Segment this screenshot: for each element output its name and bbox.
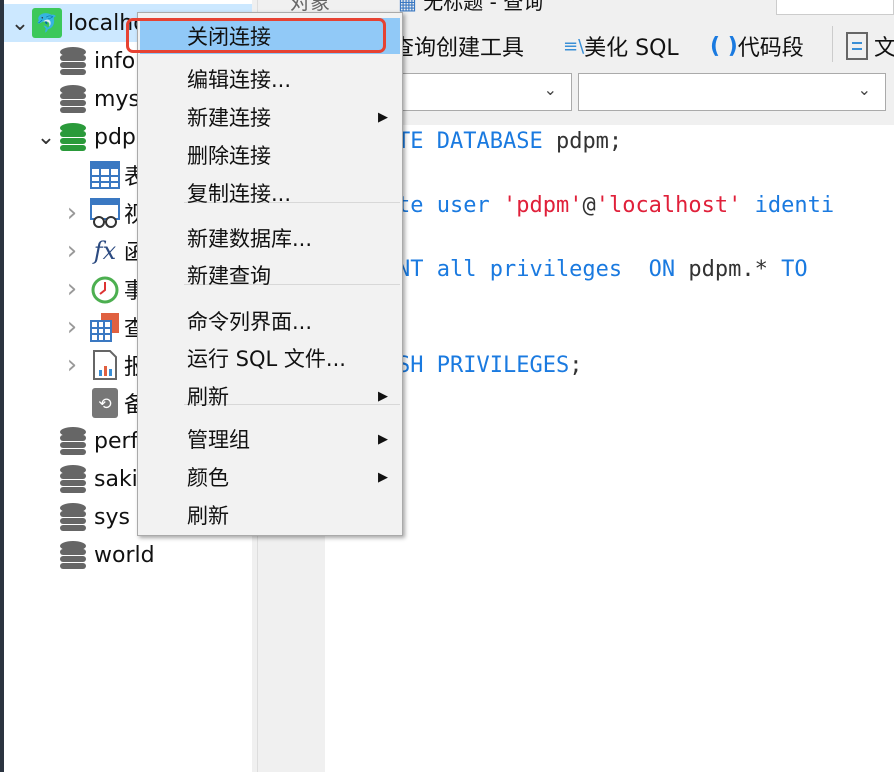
query-builder-label: 查询创建工具 xyxy=(392,36,525,61)
database-icon xyxy=(58,426,88,456)
code-snippet-button[interactable]: ( ) 代码段 xyxy=(710,30,804,62)
submenu-arrow-icon: ▶ xyxy=(378,431,388,447)
tab-query[interactable]: ▦ 无标题 - 查询 xyxy=(398,0,543,15)
sql-editor[interactable]: TE DATABASE pdpm; te user 'pdpm'@'localh… xyxy=(325,125,894,772)
database-icon xyxy=(58,502,88,532)
chevron-right-icon[interactable]: › xyxy=(62,312,82,342)
menu-item[interactable]: 编辑连接... xyxy=(140,61,400,97)
snippet-icon: ( ) xyxy=(710,33,738,59)
menu-item-label: 命令列界面... xyxy=(187,310,313,334)
menu-item[interactable]: 复制连接... xyxy=(140,175,400,211)
snippet-label: 代码段 xyxy=(737,36,804,61)
submenu-arrow-icon: ▶ xyxy=(378,388,388,404)
schema-dropdown[interactable]: ⌄ xyxy=(578,73,886,111)
text-button[interactable]: 文 xyxy=(846,30,894,62)
toolbar-divider xyxy=(832,26,833,62)
menu-item-label: 颜色 xyxy=(187,466,229,490)
query-icon xyxy=(90,312,120,342)
chevron-right-icon[interactable]: › xyxy=(62,198,82,228)
menu-item-label: 新建数据库... xyxy=(187,227,313,251)
tree-item-label: sys xyxy=(94,504,130,530)
table-icon xyxy=(90,160,120,190)
chevron-down-icon: ⌄ xyxy=(543,80,557,99)
menu-item[interactable]: 命令列界面... xyxy=(140,303,400,339)
menu-item[interactable]: 刷新 xyxy=(140,497,400,533)
code-line-4: SH PRIVILEGES; xyxy=(397,353,583,378)
menu-item-label: 编辑连接... xyxy=(187,68,292,92)
context-menu: 关闭连接 编辑连接... 新建连接 ▶ 删除连接 复制连接... 新建数据库... 新建查询命… xyxy=(137,12,403,536)
beautify-sql-button[interactable]: ≡\ 美化 SQL xyxy=(563,30,679,62)
chevron-right-icon[interactable]: › xyxy=(62,350,82,380)
chevron-right-icon[interactable]: › xyxy=(62,236,82,266)
menu-item[interactable]: 删除连接 xyxy=(140,137,400,173)
view-icon xyxy=(90,198,120,228)
submenu-arrow-icon: ▶ xyxy=(378,109,388,125)
menu-item[interactable]: 管理组 ▶ xyxy=(140,421,400,457)
document-icon xyxy=(846,32,868,60)
menu-item-label: 删除连接 xyxy=(187,144,271,168)
tree-item-world[interactable]: world xyxy=(4,536,252,574)
menu-item[interactable]: 新建数据库... xyxy=(140,220,400,256)
query-builder-button[interactable]: 查询创建工具 xyxy=(392,30,524,62)
chevron-down-icon[interactable]: ⌄ xyxy=(10,11,30,36)
database-icon xyxy=(58,540,88,570)
code-line-1: TE DATABASE pdpm; xyxy=(397,129,623,154)
database-icon xyxy=(58,46,88,76)
code-line-3: NT all privileges ON pdpm.* TO xyxy=(397,257,808,282)
report-icon xyxy=(90,350,120,380)
mysql-connection-icon: 🐬 xyxy=(32,8,62,38)
menu-item[interactable]: 新建查询 xyxy=(140,257,400,293)
chevron-down-icon: ⌄ xyxy=(857,80,871,99)
menu-item-label: 刷新 xyxy=(187,504,229,528)
tree-item-label: world xyxy=(94,542,155,568)
chevron-down-icon[interactable]: ⌄ xyxy=(36,125,56,150)
function-icon: fx xyxy=(93,237,117,265)
submenu-arrow-icon: ▶ xyxy=(378,469,388,485)
menu-item-label: 刷新 xyxy=(187,385,229,409)
menu-item[interactable]: 新建连接 ▶ xyxy=(140,99,400,135)
top-search-box[interactable] xyxy=(776,0,894,15)
backup-icon: ⟲ xyxy=(90,388,120,418)
menu-item[interactable]: 刷新 ▶ xyxy=(140,378,400,414)
menu-item-label: 复制连接... xyxy=(187,182,292,206)
menu-item[interactable]: 运行 SQL 文件... xyxy=(140,340,400,376)
tab-query-label: 无标题 - 查询 xyxy=(423,0,544,14)
database-open-icon xyxy=(58,122,88,152)
menu-item[interactable]: 颜色 ▶ xyxy=(140,459,400,495)
code-line-2: te user 'pdpm'@'localhost' identi xyxy=(397,193,835,218)
menu-item-label: 运行 SQL 文件... xyxy=(187,347,346,371)
database-icon xyxy=(58,84,88,114)
database-icon xyxy=(58,464,88,494)
event-icon xyxy=(90,274,120,304)
text-label: 文 xyxy=(874,36,894,61)
chevron-right-icon[interactable]: › xyxy=(62,274,82,304)
menu-item-label: 新建查询 xyxy=(187,264,271,288)
menu-item-label: 管理组 xyxy=(187,428,250,452)
annotation-highlight-box xyxy=(126,18,386,53)
menu-item-label: 新建连接 xyxy=(187,106,271,130)
beautify-label: 美化 SQL xyxy=(584,36,679,61)
beautify-icon: ≡\ xyxy=(563,35,585,57)
